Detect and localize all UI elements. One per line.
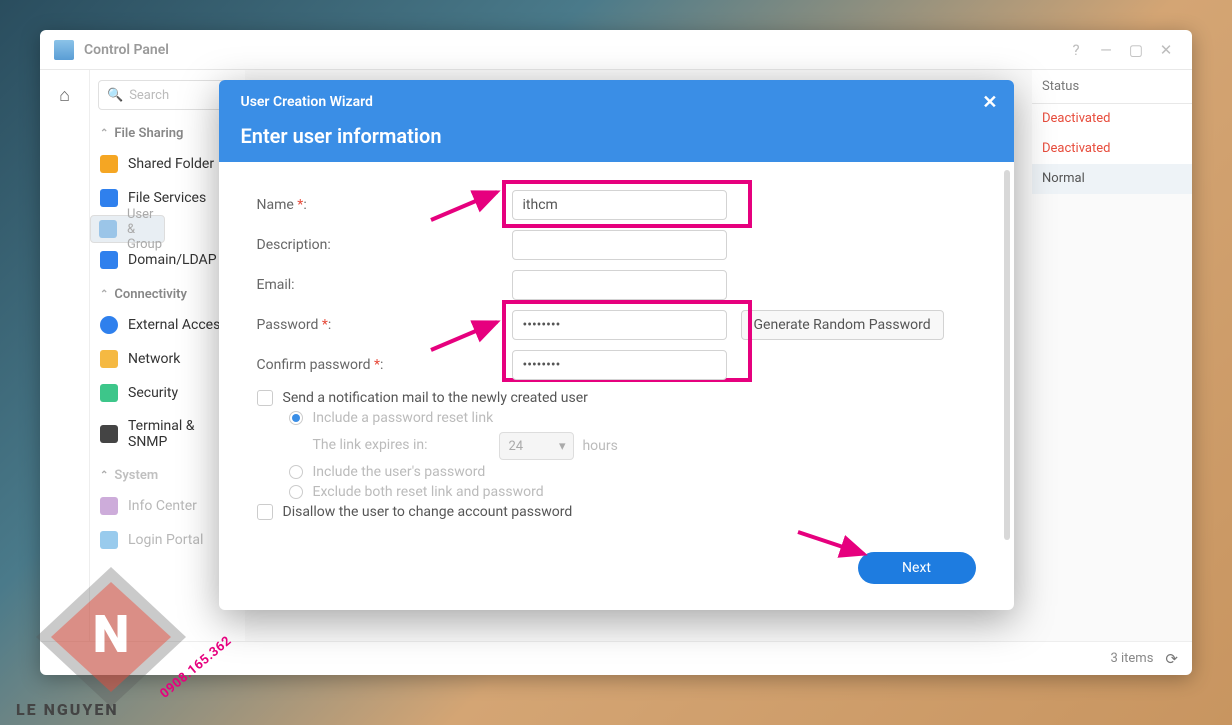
row-confirm-password: Confirm password *: bbox=[257, 350, 976, 380]
chevron-down-icon: ▾ bbox=[559, 439, 566, 454]
label-name: Name *: bbox=[257, 197, 512, 213]
radio-include-password: Include the user's password bbox=[257, 464, 976, 480]
name-input[interactable] bbox=[512, 190, 727, 220]
modal-overlay: User Creation Wizard Enter user informat… bbox=[0, 0, 1232, 725]
expiry-select: 24▾ bbox=[499, 432, 574, 460]
row-password: Password *: Generate Random Password bbox=[257, 310, 976, 340]
close-icon[interactable]: ✕ bbox=[982, 92, 997, 113]
description-input[interactable] bbox=[512, 230, 727, 260]
row-description: Description: bbox=[257, 230, 976, 260]
modal-body: Name *: Description: Email: Password *: … bbox=[219, 162, 1014, 534]
modal-header: User Creation Wizard Enter user informat… bbox=[219, 80, 1014, 162]
label-description: Description: bbox=[257, 237, 512, 253]
label-confirm-password: Confirm password *: bbox=[257, 357, 512, 373]
radio-icon bbox=[289, 465, 303, 479]
radio-icon bbox=[289, 485, 303, 499]
arrow-annotation bbox=[794, 524, 874, 564]
row-link-expiry: The link expires in: 24▾ hours bbox=[257, 430, 976, 460]
label-expires: The link expires in: bbox=[313, 437, 428, 453]
user-creation-wizard: User Creation Wizard Enter user informat… bbox=[219, 80, 1014, 610]
watermark-brand: LE NGUYEN bbox=[16, 700, 119, 719]
radio-exclude-both: Exclude both reset link and password bbox=[257, 484, 976, 500]
checkbox-icon bbox=[257, 504, 273, 520]
confirm-password-input[interactable] bbox=[512, 350, 727, 380]
email-input[interactable] bbox=[512, 270, 727, 300]
generate-password-button[interactable]: Generate Random Password bbox=[741, 310, 944, 340]
modal-footer: Next bbox=[219, 534, 1014, 610]
password-input[interactable] bbox=[512, 310, 727, 340]
radio-include-reset-link: Include a password reset link bbox=[257, 410, 976, 426]
label-email: Email: bbox=[257, 277, 512, 293]
next-button[interactable]: Next bbox=[858, 552, 976, 584]
modal-subtitle: Enter user information bbox=[241, 124, 992, 148]
checkbox-disallow-change[interactable]: Disallow the user to change account pass… bbox=[257, 504, 976, 520]
label-password: Password *: bbox=[257, 317, 512, 333]
scrollbar[interactable] bbox=[1004, 170, 1010, 540]
row-email: Email: bbox=[257, 270, 976, 300]
radio-icon bbox=[289, 411, 303, 425]
row-name: Name *: bbox=[257, 190, 976, 220]
checkbox-send-mail[interactable]: Send a notification mail to the newly cr… bbox=[257, 390, 976, 406]
checkbox-icon bbox=[257, 390, 273, 406]
modal-title: User Creation Wizard bbox=[241, 94, 992, 110]
